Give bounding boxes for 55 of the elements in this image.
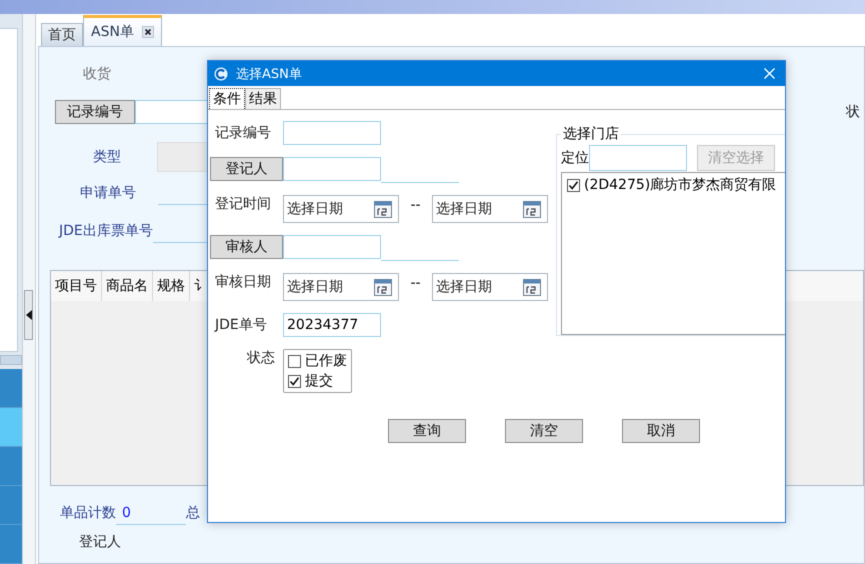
page-tab[interactable]: ASN单 [83, 15, 162, 46]
field-label: 审核日期 [214, 273, 272, 291]
dialog-button[interactable]: 取消 [622, 419, 700, 443]
field-label: 记录编号 [214, 124, 272, 143]
column-header[interactable]: 规格 [153, 271, 190, 301]
date-field[interactable]: 选择日期 [432, 195, 548, 223]
calendar-icon[interactable] [374, 200, 392, 218]
side-panel-header [0, 355, 22, 365]
checkbox[interactable] [567, 178, 580, 192]
checkbox-label[interactable]: 提交 [305, 372, 333, 390]
field-label: 状态 [246, 349, 276, 367]
search-field[interactable] [589, 145, 687, 171]
field-label: 登记人 [79, 533, 121, 551]
count-value: 0 [116, 501, 186, 525]
app-icon [214, 66, 228, 80]
page-tab[interactable]: 首页 [41, 23, 83, 46]
calendar-icon[interactable] [374, 278, 392, 296]
group-title: 选择门店 [561, 125, 621, 143]
date-field[interactable]: 选择日期 [283, 273, 399, 301]
checkbox[interactable] [288, 354, 301, 368]
date-field[interactable]: 选择日期 [432, 273, 548, 301]
input-field[interactable] [283, 235, 381, 259]
field-label: 状 [846, 103, 860, 121]
collapse-handle[interactable] [24, 290, 33, 340]
checkbox-label[interactable]: 已作废 [305, 352, 347, 370]
calendar-icon[interactable] [523, 278, 541, 296]
field-label: 申请单号 [80, 184, 136, 202]
lookup-button[interactable]: 审核人 [210, 235, 283, 259]
tab[interactable]: 条件 [209, 88, 245, 109]
column-header[interactable]: 项目号 [51, 271, 102, 301]
checkbox[interactable] [288, 374, 301, 388]
close-icon[interactable] [142, 26, 154, 38]
date-field[interactable]: 选择日期 [283, 195, 399, 223]
calendar-icon[interactable] [523, 200, 541, 218]
field-label: JDE单号 [213, 316, 268, 335]
field-label: 登记时间 [214, 195, 272, 213]
field-label: JDE出库票单号 [59, 222, 153, 240]
field-label: 定位 [561, 149, 589, 167]
section-label: 收货 [83, 65, 111, 83]
lookup-button[interactable]: 登记人 [210, 157, 283, 181]
window-title: 选择ASN单 [236, 66, 302, 82]
range-separator: -- [409, 274, 422, 293]
input-field[interactable]: 20234377 [283, 313, 381, 337]
input-field[interactable] [283, 157, 381, 181]
dialog-button[interactable]: 清空 [505, 419, 583, 443]
input-field[interactable] [283, 121, 381, 145]
tab[interactable]: 结果 [245, 88, 281, 109]
dialog-button[interactable]: 查询 [388, 419, 466, 443]
range-separator: -- [409, 196, 422, 215]
record-number-button[interactable]: 记录编号 [55, 100, 135, 124]
field-label: 类型 [93, 148, 121, 166]
field-label: 单品计数 [60, 504, 116, 522]
column-header[interactable]: 商品名 [102, 271, 153, 301]
field-label: 总 [186, 504, 200, 522]
checkbox-label[interactable]: (2D4275)廊坊市梦杰商贸有限 [584, 176, 776, 194]
